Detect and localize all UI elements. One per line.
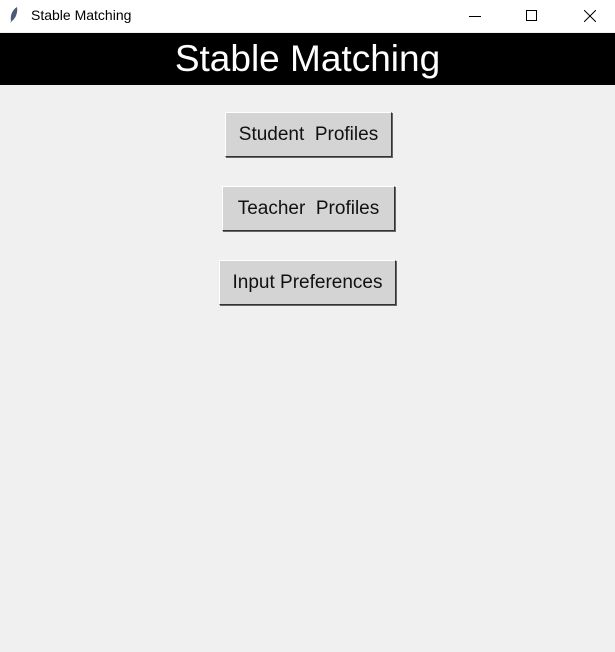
minimize-button[interactable] [452, 0, 498, 32]
page-title: Stable Matching [0, 33, 615, 85]
title-bar: Stable Matching [0, 0, 615, 32]
student-profiles-button[interactable]: Student Profiles [225, 112, 392, 157]
window-title: Stable Matching [31, 7, 132, 23]
close-icon [584, 10, 596, 22]
maximize-icon [526, 10, 537, 21]
teacher-profiles-button[interactable]: Teacher Profiles [222, 186, 395, 231]
maximize-button[interactable] [509, 0, 555, 32]
minimize-icon [469, 16, 481, 17]
input-preferences-button[interactable]: Input Preferences [219, 260, 396, 305]
close-button[interactable] [567, 0, 613, 32]
feather-icon [10, 7, 18, 23]
